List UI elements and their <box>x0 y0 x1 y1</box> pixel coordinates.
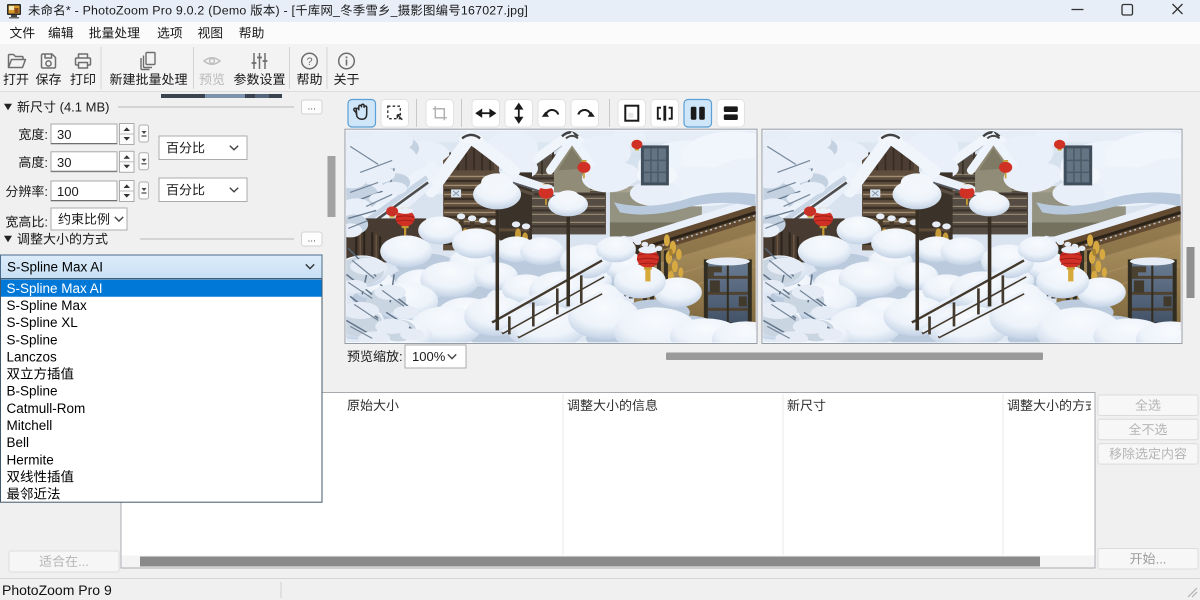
svg-text:* - PhotoZoom Pro 9.0.2 (Demo: * - PhotoZoom Pro 9.0.2 (Demo <box>66 4 250 18</box>
svg-text:100: 100 <box>57 184 79 199</box>
svg-text::: : <box>44 215 48 230</box>
svg-text:_: _ <box>332 4 341 18</box>
svg-text:...: ... <box>308 234 316 245</box>
svg-text:Bell: Bell <box>7 435 30 450</box>
svg-text:) - [: ) - [ <box>276 4 296 18</box>
svg-text:30: 30 <box>57 127 71 142</box>
svg-text:(4.1 MB): (4.1 MB) <box>56 100 109 115</box>
svg-text:100%: 100% <box>412 349 446 364</box>
svg-text:Hermite: Hermite <box>7 452 54 467</box>
svg-text::: : <box>399 349 403 364</box>
svg-text::: : <box>44 155 48 170</box>
svg-text:30: 30 <box>57 155 71 170</box>
svg-text:S-Spline: S-Spline <box>7 332 58 347</box>
svg-text:S-Spline XL: S-Spline XL <box>7 315 79 330</box>
svg-text:_: _ <box>390 4 399 18</box>
svg-text:?: ? <box>306 56 312 68</box>
svg-text:...: ... <box>308 102 316 113</box>
svg-text:PhotoZoom Pro 9: PhotoZoom Pro 9 <box>2 582 112 598</box>
svg-text:...: ... <box>1156 551 1167 566</box>
svg-text:Catmull-Rom: Catmull-Rom <box>7 401 86 416</box>
svg-text:Mitchell: Mitchell <box>7 418 53 433</box>
svg-text:167027.jpg]: 167027.jpg] <box>461 4 528 18</box>
svg-text::: : <box>44 184 48 199</box>
svg-text:S-Spline Max AI: S-Spline Max AI <box>7 281 103 296</box>
svg-text:Lanczos: Lanczos <box>7 349 58 364</box>
svg-text:S-Spline Max: S-Spline Max <box>7 298 88 313</box>
svg-text::: : <box>44 127 48 142</box>
svg-text:...: ... <box>78 554 89 569</box>
svg-text:B-Spline: B-Spline <box>7 384 58 399</box>
svg-text:S-Spline Max AI: S-Spline Max AI <box>7 260 103 275</box>
